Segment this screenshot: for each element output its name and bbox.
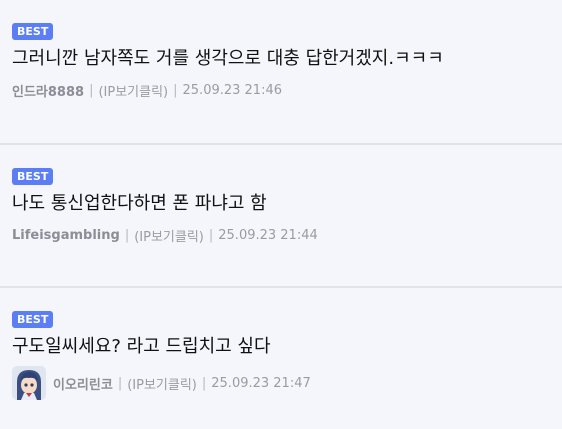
timestamp: 25.09.23 21:44 (218, 228, 318, 243)
author-name[interactable]: 이오리린코 (53, 374, 113, 393)
separator: | (208, 228, 214, 243)
comment-text: 그러니깐 남자쪽도 거를 생각으로 대충 답한거겠지.ㅋㅋㅋ (12, 48, 444, 69)
best-badge: BEST (12, 311, 54, 328)
best-comments-list: BEST 그러니깐 남자쪽도 거를 생각으로 대충 답한거겠지.ㅋㅋㅋ 인드라8… (0, 0, 562, 429)
ip-view-link[interactable]: (IP보기클릭) (127, 374, 197, 393)
best-comment: BEST 구도일씨세요? 라고 드립치고 싶다 이오리린코 | (IP보기클릭)… (0, 286, 562, 429)
separator: | (124, 228, 130, 243)
best-comment: BEST 그러니깐 남자쪽도 거를 생각으로 대충 답한거겠지.ㅋㅋㅋ 인드라8… (0, 0, 562, 143)
comment-text: 나도 통신업한다하면 폰 파냐고 함 (12, 193, 267, 214)
best-comment: BEST 나도 통신업한다하면 폰 파냐고 함 Lifeisgambling |… (0, 143, 562, 286)
separator: | (89, 83, 94, 98)
separator: | (173, 83, 178, 98)
anime-character-avatar-icon (12, 366, 46, 400)
ip-view-link[interactable]: (IP보기클릭) (134, 226, 204, 245)
comment-meta: Lifeisgambling | (IP보기클릭) | 25.09.23 21:… (12, 226, 550, 245)
best-badge: BEST (12, 168, 54, 185)
comment-meta: 이오리린코 | (IP보기클릭) | 25.09.23 21:47 (12, 366, 550, 400)
timestamp: 25.09.23 21:46 (182, 83, 283, 98)
separator: | (201, 375, 207, 391)
author-name[interactable]: Lifeisgambling (12, 228, 120, 243)
comment-meta: 인드라8888 | (IP보기클릭) | 25.09.23 21:46 (12, 81, 550, 100)
user-avatar-icon[interactable] (12, 366, 46, 400)
comment-text: 구도일씨세요? 라고 드립치고 싶다 (12, 336, 271, 357)
author-name[interactable]: 인드라8888 (12, 81, 84, 100)
separator: | (117, 375, 123, 391)
best-badge: BEST (12, 23, 54, 40)
ip-view-link[interactable]: (IP보기클릭) (98, 81, 168, 100)
timestamp: 25.09.23 21:47 (211, 375, 311, 391)
